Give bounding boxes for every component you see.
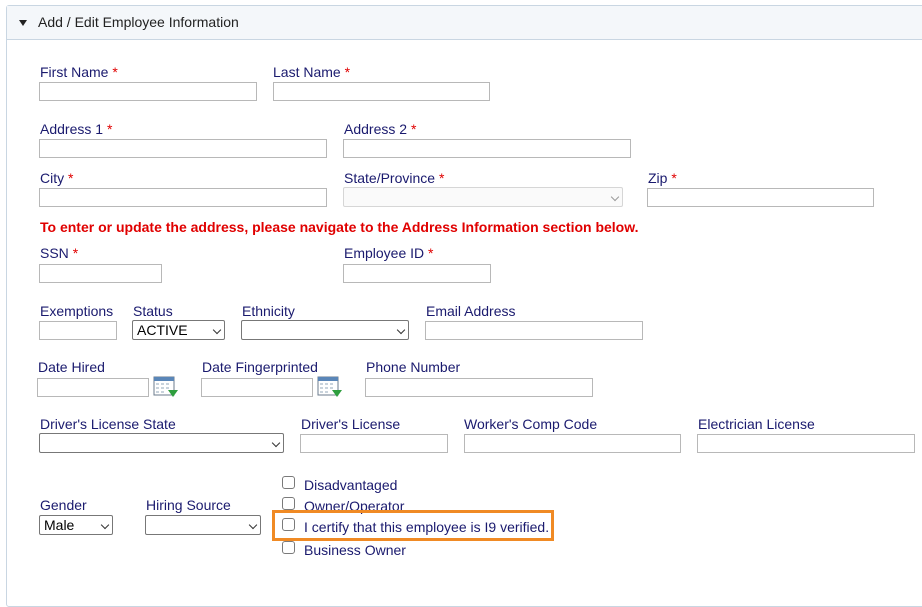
chevron-down-icon (271, 438, 281, 448)
dl-input[interactable] (300, 434, 448, 453)
chevron-down-icon (212, 325, 222, 335)
chevron-down-icon (248, 520, 258, 530)
last-name-label: Last Name * (273, 64, 351, 80)
disadvantaged-checkbox[interactable] (282, 476, 295, 489)
address1-label: Address 1 * (40, 121, 113, 137)
first-name-label: First Name * (40, 64, 118, 80)
business-owner-checkbox[interactable] (282, 541, 295, 554)
electrician-input[interactable] (697, 434, 915, 453)
date-fingerprinted-label: Date Fingerprinted (202, 359, 318, 375)
hiring-source-label: Hiring Source (146, 497, 231, 513)
zip-input[interactable] (647, 188, 874, 207)
i9-verified-checkbox[interactable] (282, 518, 295, 531)
calendar-icon[interactable] (317, 375, 343, 399)
phone-label: Phone Number (366, 359, 461, 375)
owner-operator-checkbox[interactable] (282, 497, 295, 510)
address1-input[interactable] (39, 139, 327, 158)
calendar-icon[interactable] (153, 375, 179, 399)
gender-select[interactable]: Male (39, 515, 113, 535)
i9-verified-label: I certify that this employee is I9 verif… (304, 519, 550, 535)
exemptions-label: Exemptions (40, 303, 114, 319)
dl-label: Driver's License (301, 416, 401, 432)
date-fingerprinted-input[interactable] (201, 378, 313, 397)
email-input[interactable] (425, 321, 643, 340)
business-owner-label: Business Owner (304, 542, 406, 558)
ethnicity-label: Ethnicity (242, 303, 295, 319)
hiring-source-select[interactable] (145, 515, 261, 535)
date-hired-input[interactable] (37, 378, 149, 397)
exemptions-input[interactable] (39, 321, 117, 340)
state-select[interactable] (343, 187, 623, 207)
city-input[interactable] (39, 188, 327, 207)
email-label: Email Address (426, 303, 516, 319)
first-name-input[interactable] (39, 82, 257, 101)
disadvantaged-label: Disadvantaged (304, 477, 398, 493)
address2-input[interactable] (343, 139, 631, 158)
wc-code-label: Worker's Comp Code (464, 416, 598, 432)
phone-input[interactable] (365, 378, 593, 397)
ssn-label: SSN * (40, 245, 79, 261)
chevron-down-icon (610, 192, 620, 202)
status-select[interactable]: ACTIVE (132, 320, 225, 340)
chevron-down-icon (100, 520, 110, 530)
dl-state-select[interactable] (39, 433, 284, 453)
address-notice: To enter or update the address, please n… (40, 219, 639, 235)
gender-label: Gender (40, 497, 87, 513)
state-label: State/Province * (344, 170, 445, 186)
employee-id-label: Employee ID * (344, 245, 434, 261)
zip-label: Zip * (648, 170, 677, 186)
employee-id-input[interactable] (343, 264, 491, 283)
electrician-label: Electrician License (698, 416, 815, 432)
ethnicity-select[interactable] (241, 320, 409, 340)
address2-label: Address 2 * (344, 121, 417, 137)
city-label: City * (40, 170, 74, 186)
panel-header[interactable]: Add / Edit Employee Information (7, 6, 922, 40)
status-label: Status (133, 303, 173, 319)
chevron-down-icon (396, 325, 406, 335)
ssn-input[interactable] (39, 264, 162, 283)
panel-title: Add / Edit Employee Information (38, 14, 239, 30)
caret-down-icon[interactable] (19, 20, 27, 26)
dl-state-label: Driver's License State (40, 416, 176, 432)
date-hired-label: Date Hired (38, 359, 105, 375)
last-name-input[interactable] (273, 82, 490, 101)
wc-code-input[interactable] (464, 434, 681, 453)
